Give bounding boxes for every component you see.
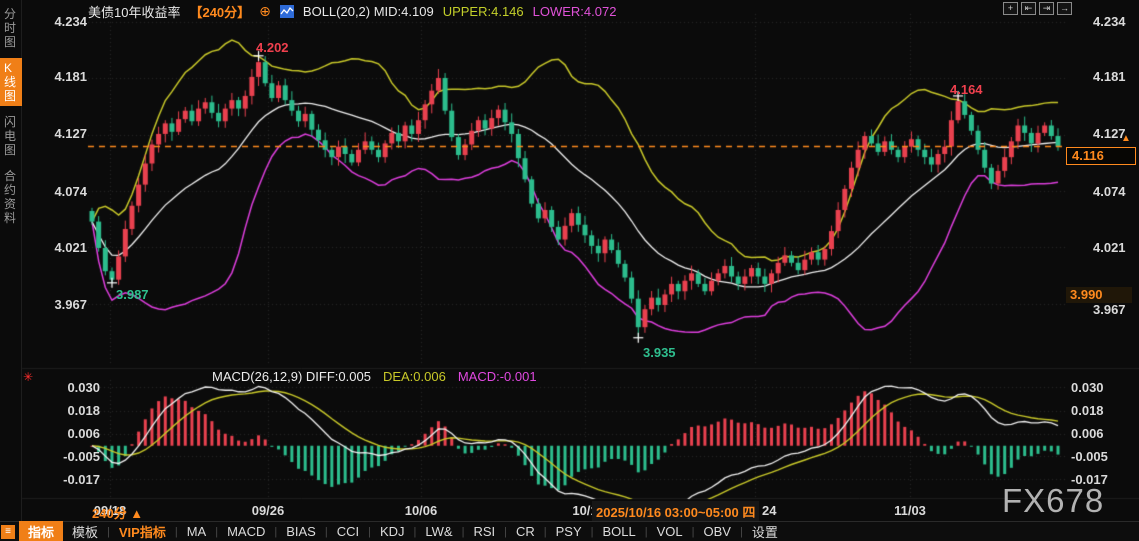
y-axis-label: 3.967 <box>28 297 87 312</box>
toolbar-item-templates[interactable]: 模板 <box>63 521 107 541</box>
settle-price-badge: 3.990 <box>1066 287 1132 303</box>
crosshair-date-tooltip: 2025/10/16 03:00~05:00 四 <box>592 501 759 522</box>
y-axis-label: 4.127 <box>28 126 87 141</box>
low-price-annotation: 3.935 <box>643 345 676 360</box>
macd-axis-label: -0.017 <box>1071 472 1108 487</box>
period-selector[interactable]: 240分 ▲ <box>92 503 143 522</box>
scale-right-icon[interactable]: ⇥ <box>1039 2 1054 15</box>
instrument-title: 美债10年收益率 <box>88 2 180 21</box>
macd-axis-label: -0.017 <box>40 472 100 487</box>
y-axis-label: 4.181 <box>1093 69 1126 84</box>
chart-tool-buttons: + ⇤ ⇥ → <box>1003 2 1072 15</box>
macd-axis-label: 0.006 <box>1071 426 1104 441</box>
toolbar-item-cr[interactable]: CR <box>507 523 544 540</box>
toolbar-item-vip[interactable]: VIP指标 <box>110 521 175 541</box>
x-axis-label: 11/03 <box>894 503 926 518</box>
macd-axis-label: 0.018 <box>40 403 100 418</box>
macd-axis-label: -0.005 <box>40 449 100 464</box>
current-price-badge: 4.116 <box>1066 147 1136 165</box>
scale-left-icon[interactable]: ⇤ <box>1021 2 1036 15</box>
sidebar-tab-timeline[interactable]: 分时图 <box>0 4 22 52</box>
macd-axis-label: 0.006 <box>40 426 100 441</box>
toolbar-item-boll[interactable]: BOLL <box>594 523 645 540</box>
x-axis-label: 09/26 <box>252 503 285 518</box>
high-price-annotation: 4.164 <box>950 82 983 97</box>
chart-icon <box>280 5 294 18</box>
low-price-annotation: 3.987 <box>116 287 149 302</box>
macd-axis-label: -0.005 <box>1071 449 1108 464</box>
watermark: FX678 <box>1002 482 1104 520</box>
boll-lower-label: LOWER:4.072 <box>533 4 617 19</box>
toolbar-item-indicators[interactable]: 指标 <box>19 521 63 541</box>
period-tag: 【240分】 <box>189 2 250 21</box>
toolbar-item-obv[interactable]: OBV <box>694 523 739 540</box>
chart-header: 美债10年收益率 【240分】 ⊕ BOLL(20,2) MID:4.109 U… <box>88 2 616 21</box>
macd-dea-label: DEA:0.006 <box>383 369 446 384</box>
y-axis-label: 4.234 <box>28 14 87 29</box>
macd-diff-label: MACD(26,12,9) DIFF:0.005 <box>212 369 371 384</box>
y-axis-label: 4.021 <box>1093 240 1126 255</box>
y-axis-label: 4.181 <box>28 69 87 84</box>
toolbar-item-kdj[interactable]: KDJ <box>371 523 414 540</box>
macd-axis-label: 0.030 <box>40 380 100 395</box>
toolbar-item-settings[interactable]: 设置 <box>743 521 787 541</box>
price-up-arrow-icon: ▲ <box>1121 133 1131 144</box>
indicator-toolbar: ≡ 指标 模板 | VIP指标 | MA | MACD | BIAS | CCI… <box>0 521 1139 541</box>
macd-axis-label: 0.030 <box>1071 380 1104 395</box>
high-price-annotation: 4.202 <box>256 40 289 55</box>
toolbar-item-psy[interactable]: PSY <box>547 523 591 540</box>
add-indicator-icon[interactable]: ⊕ <box>259 3 271 20</box>
macd-value-label: MACD:-0.001 <box>458 369 537 384</box>
toolbar-item-rsi[interactable]: RSI <box>464 523 504 540</box>
toolbar-item-ma[interactable]: MA <box>178 523 216 540</box>
sidebar-tab-contract-info[interactable]: 合约资料 <box>0 166 22 228</box>
macd-header: MACD(26,12,9) DIFF:0.005 DEA:0.006 MACD:… <box>212 369 537 384</box>
macd-axis-label: 0.018 <box>1071 403 1104 418</box>
pan-right-icon[interactable]: → <box>1057 2 1072 15</box>
x-axis-label: 10/06 <box>405 503 438 518</box>
crosshair-icon[interactable]: + <box>1003 2 1018 15</box>
y-axis-label: 4.234 <box>1093 14 1126 29</box>
toolbar-item-macd[interactable]: MACD <box>218 523 274 540</box>
boll-mid-label: BOLL(20,2) MID:4.109 <box>303 4 434 19</box>
toolbar-item-bias[interactable]: BIAS <box>277 523 325 540</box>
y-axis-label: 4.074 <box>28 184 87 199</box>
trading-app: { "header": { "title": "美债10年收益率", "peri… <box>0 0 1139 541</box>
sidebar-tab-flash[interactable]: 闪电图 <box>0 112 22 160</box>
y-axis-label: 4.074 <box>1093 184 1126 199</box>
y-axis-label: 3.967 <box>1093 302 1126 317</box>
sidebar: 分时图 K线图 闪电图 合约资料 <box>0 0 22 541</box>
sidebar-tab-kline[interactable]: K线图 <box>0 58 22 106</box>
toolbar-item-lw[interactable]: LW& <box>416 523 461 540</box>
x-axis-label: 24 <box>762 503 776 518</box>
indicator-settings-icon[interactable]: ✳ <box>23 370 33 384</box>
toolbar-item-cci[interactable]: CCI <box>328 523 368 540</box>
y-axis-label: 4.021 <box>28 240 87 255</box>
toolbar-item-vol[interactable]: VOL <box>648 523 692 540</box>
panel-icon[interactable]: ≡ <box>1 525 15 539</box>
boll-upper-label: UPPER:4.146 <box>443 4 524 19</box>
